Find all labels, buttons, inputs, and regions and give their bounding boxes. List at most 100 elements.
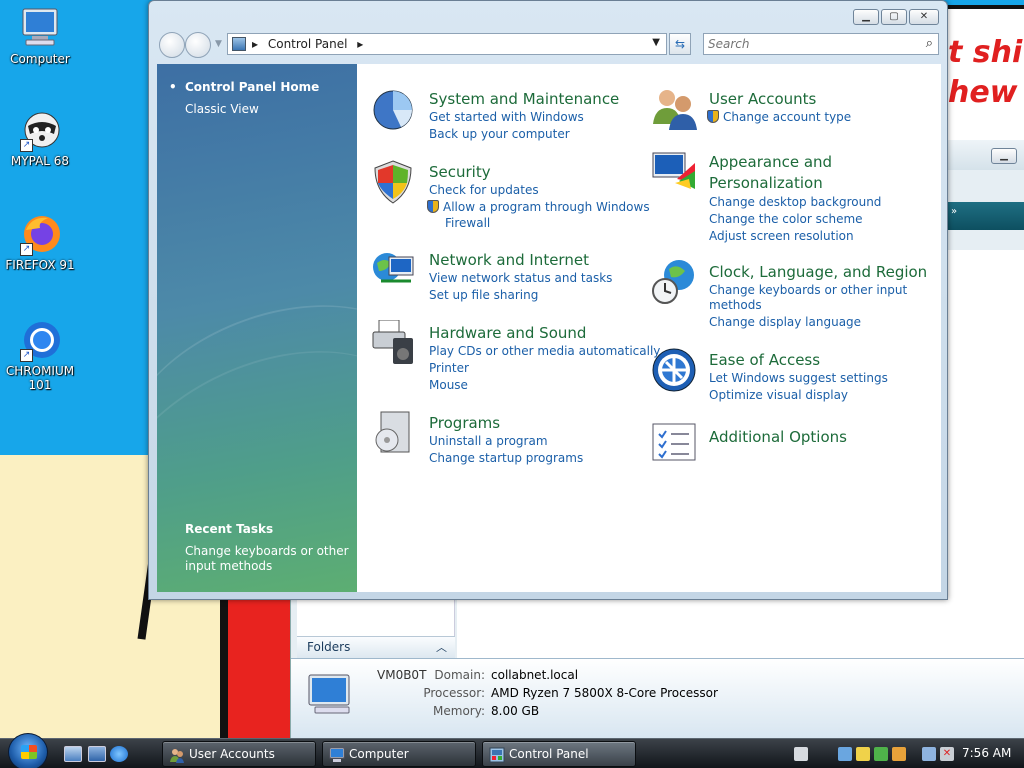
appearance-monitor-icon[interactable]: [651, 149, 697, 195]
system-maintenance-icon[interactable]: [371, 86, 417, 132]
taskbar-button-control-panel[interactable]: Control Panel: [482, 741, 636, 767]
category-title[interactable]: Personalization: [709, 174, 823, 192]
link-change-keyboards[interactable]: Change keyboards or other input: [709, 283, 907, 297]
nav-classic-view[interactable]: Classic View: [185, 102, 259, 116]
recent-task-link[interactable]: Change keyboards or other input methods: [185, 544, 349, 574]
memory-label: Memory:: [433, 704, 485, 718]
link-screen-resolution[interactable]: Adjust screen resolution: [709, 229, 854, 243]
recent-pages-dropdown-icon[interactable]: ▼: [215, 39, 222, 49]
start-button[interactable]: [8, 733, 48, 768]
windows-logo-icon: [21, 745, 37, 759]
taskbar-button-computer[interactable]: Computer: [322, 741, 476, 767]
link-mouse[interactable]: Mouse: [429, 378, 468, 392]
wallpaper-black-stroke-2: [220, 598, 228, 738]
processor-label: Processor:: [423, 686, 485, 700]
ease-of-access-icon[interactable]: [651, 347, 697, 393]
volume-muted-icon[interactable]: ✕: [940, 747, 954, 761]
desktop-icon-firefox[interactable]: ↗ FIREFOX 91: [0, 212, 80, 272]
maximize-button[interactable]: ▢: [881, 9, 907, 25]
internet-explorer-icon[interactable]: [110, 746, 128, 762]
close-button[interactable]: ✕: [909, 9, 939, 25]
link-firewall[interactable]: Firewall: [445, 216, 490, 230]
link-display-language[interactable]: Change display language: [709, 315, 861, 329]
category-title[interactable]: Appearance and: [709, 153, 832, 171]
link-get-started[interactable]: Get started with Windows: [429, 110, 584, 124]
link-printer[interactable]: Printer: [429, 361, 469, 375]
taskbar-button-user-accounts[interactable]: User Accounts: [162, 741, 316, 767]
link-back-up[interactable]: Back up your computer: [429, 127, 570, 141]
desktop-icon-chromium[interactable]: ↗ CHROMIUM 101: [0, 318, 80, 392]
memory-value: 8.00 GB: [491, 704, 540, 718]
taskbar-clock[interactable]: 7:56 AM: [962, 746, 1011, 760]
category-title[interactable]: Additional Options: [709, 428, 847, 446]
forward-button[interactable]: [185, 32, 211, 58]
users-icon[interactable]: [651, 86, 697, 132]
link-suggest-settings[interactable]: Let Windows suggest settings: [709, 371, 888, 385]
link-check-updates[interactable]: Check for updates: [429, 183, 539, 197]
clock-globe-icon[interactable]: [651, 259, 697, 305]
category-title[interactable]: System and Maintenance: [429, 90, 619, 108]
desktop-icon-mypal[interactable]: ↗ MYPAL 68: [0, 108, 80, 168]
link-desktop-background[interactable]: Change desktop background: [709, 195, 881, 209]
category-title[interactable]: Hardware and Sound: [429, 324, 586, 342]
search-input[interactable]: [708, 35, 908, 53]
address-bar[interactable]: ▸ Control Panel ▸ ▼: [227, 33, 667, 55]
link-network-status[interactable]: View network status and tasks: [429, 271, 612, 285]
raccoon-icon: ↗: [18, 108, 62, 152]
computer-name: VM0B0T: [377, 668, 427, 682]
nav-control-panel-home[interactable]: Control Panel Home: [169, 80, 319, 94]
network-tray-icon[interactable]: [922, 747, 936, 761]
background-paint-window[interactable]: t shi hew: [946, 5, 1024, 140]
security-shield-icon[interactable]: [371, 159, 417, 205]
bg-window-toolbar: »: [947, 202, 1024, 230]
show-desktop-icon[interactable]: [64, 746, 82, 762]
printer-speaker-icon[interactable]: [371, 319, 417, 366]
category-title[interactable]: Ease of Access: [709, 351, 820, 369]
tray-app-icon[interactable]: [892, 747, 906, 761]
category-title[interactable]: User Accounts: [709, 90, 816, 108]
network-globe-icon[interactable]: [371, 247, 417, 293]
category-title[interactable]: Network and Internet: [429, 251, 589, 269]
breadcrumb-control-panel[interactable]: Control Panel: [268, 37, 348, 51]
breadcrumb-arrow-icon[interactable]: ▸: [252, 37, 258, 51]
control-panel-window[interactable]: ▁ ▢ ✕ ▼ ▸ Control Panel ▸ ▼ ⇆ ⌕: [148, 0, 948, 600]
link-change-keyboards-cont[interactable]: methods: [709, 298, 762, 312]
search-icon[interactable]: ⌕: [926, 36, 933, 51]
breadcrumb-arrow-icon[interactable]: ▸: [357, 37, 363, 51]
category-view: System and Maintenance Get started with …: [357, 64, 941, 592]
desktop-icon-computer[interactable]: Computer: [0, 6, 80, 66]
tray-app-icon[interactable]: [856, 747, 870, 761]
category-title[interactable]: Clock, Language, and Region: [709, 263, 927, 281]
programs-box-icon[interactable]: [371, 410, 417, 456]
search-box[interactable]: ⌕: [703, 33, 939, 55]
address-dropdown-icon[interactable]: ▼: [652, 37, 660, 48]
link-change-account-type[interactable]: Change account type: [707, 110, 851, 124]
category-title[interactable]: Security: [429, 163, 491, 181]
back-button[interactable]: [159, 32, 185, 58]
checklist-icon[interactable]: [651, 420, 697, 466]
chevron-up-icon[interactable]: ︿: [436, 639, 447, 655]
bg-minimize-button[interactable]: ▁: [991, 148, 1017, 164]
link-color-scheme[interactable]: Change the color scheme: [709, 212, 863, 226]
users-icon: [169, 747, 185, 763]
bg-window-content: [947, 250, 1024, 630]
bg-file-list: [457, 598, 1024, 658]
shortcut-arrow-icon: ↗: [20, 139, 33, 152]
category-title[interactable]: Programs: [429, 414, 500, 432]
link-optimize-display[interactable]: Optimize visual display: [709, 388, 848, 402]
bg-window-titlebar: ▁: [947, 140, 1024, 170]
keyboard-icon[interactable]: [794, 747, 808, 761]
taskbar-button-label: User Accounts: [189, 747, 275, 761]
link-startup-programs[interactable]: Change startup programs: [429, 451, 583, 465]
minimize-button[interactable]: ▁: [853, 9, 879, 25]
tray-app-icon[interactable]: [874, 747, 888, 761]
folders-bar[interactable]: Folders ︿: [297, 636, 455, 658]
refresh-button[interactable]: ⇆: [669, 33, 691, 55]
link-autoplay[interactable]: Play CDs or other media automatically: [429, 344, 660, 358]
link-allow-program-firewall[interactable]: Allow a program through Windows: [427, 200, 650, 214]
link-uninstall[interactable]: Uninstall a program: [429, 434, 548, 448]
link-file-sharing[interactable]: Set up file sharing: [429, 288, 538, 302]
window-controls: ▁ ▢ ✕: [853, 9, 939, 25]
tray-app-icon[interactable]: [838, 747, 852, 761]
switch-windows-icon[interactable]: [88, 746, 106, 762]
